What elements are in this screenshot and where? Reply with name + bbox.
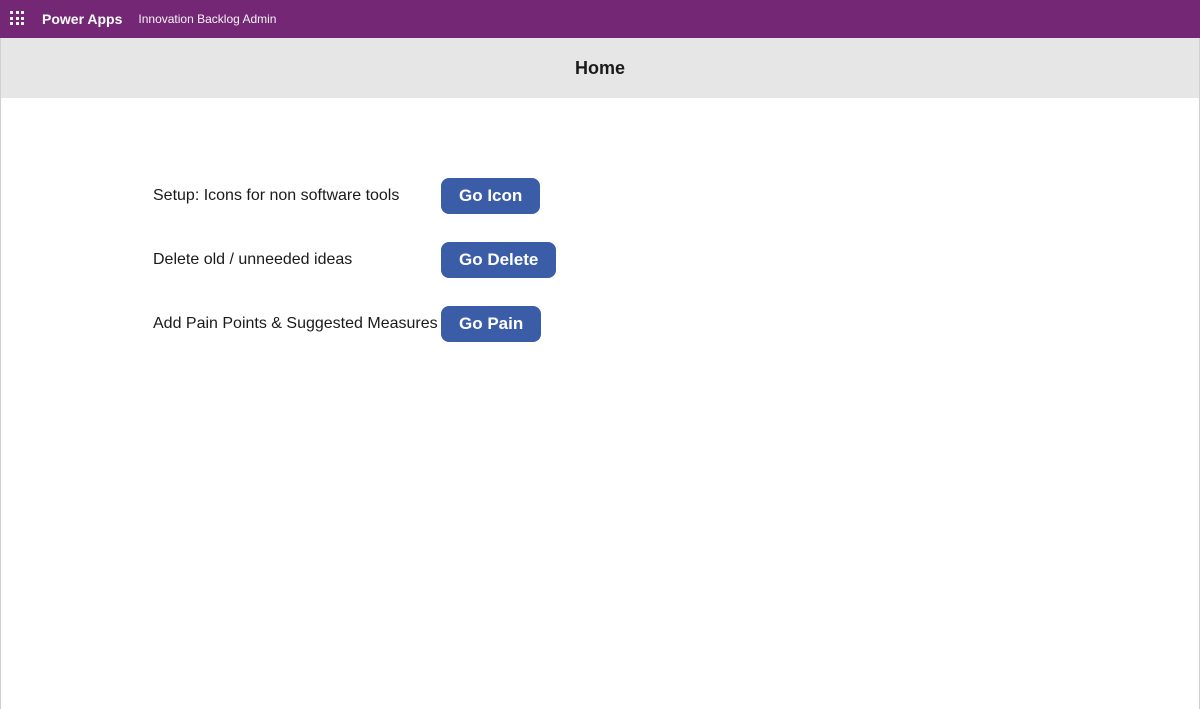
page-header: Home: [1, 38, 1199, 98]
row-delete-ideas: Delete old / unneeded ideas Go Delete: [153, 242, 1199, 278]
app-frame: Home Setup: Icons for non software tools…: [0, 38, 1200, 709]
global-header: Power Apps Innovation Backlog Admin: [0, 0, 1200, 38]
go-icon-button[interactable]: Go Icon: [441, 178, 540, 214]
page-title: Home: [575, 58, 625, 79]
row-label-pain-points: Add Pain Points & Suggested Measures: [153, 315, 441, 333]
row-label-setup-icons: Setup: Icons for non software tools: [153, 187, 441, 205]
row-setup-icons: Setup: Icons for non software tools Go I…: [153, 178, 1199, 214]
app-launcher-icon[interactable]: [10, 11, 26, 27]
app-name: Innovation Backlog Admin: [138, 12, 276, 26]
go-pain-button[interactable]: Go Pain: [441, 306, 541, 342]
go-delete-button[interactable]: Go Delete: [441, 242, 556, 278]
product-name[interactable]: Power Apps: [42, 11, 122, 27]
content-area: Setup: Icons for non software tools Go I…: [1, 98, 1199, 342]
row-pain-points: Add Pain Points & Suggested Measures Go …: [153, 306, 1199, 342]
row-label-delete-ideas: Delete old / unneeded ideas: [153, 251, 441, 269]
